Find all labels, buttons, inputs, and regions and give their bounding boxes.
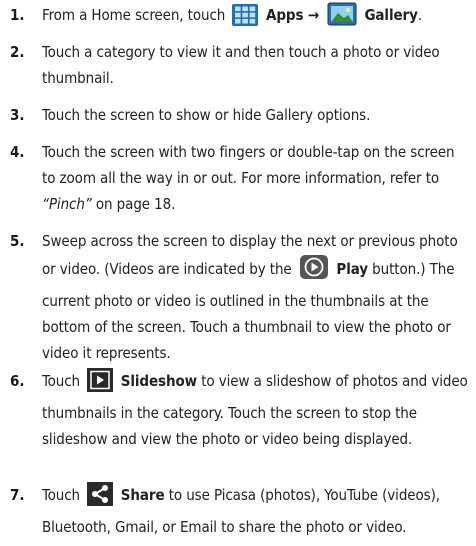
step-number: 4.	[10, 143, 25, 161]
step-text: Touch Share to use Picasa (photos), YouT…	[42, 482, 472, 540]
text-run: Touch	[42, 486, 85, 504]
cross-reference: “Pinch”	[42, 195, 92, 213]
text-run: on page 18.	[91, 195, 176, 213]
bold-term: Play	[331, 260, 368, 278]
bold-term: Slideshow	[116, 372, 198, 390]
step-text: Sweep across the screen to display the n…	[42, 228, 472, 366]
bold-term: Share	[116, 486, 165, 504]
text-run: From a Home screen, touch	[42, 6, 230, 24]
slideshow-icon	[87, 368, 114, 400]
step-text: Touch the screen with two fingers or dou…	[42, 139, 472, 217]
text-run: .	[417, 6, 422, 24]
step-text: Touch Slideshow to view a slideshow of p…	[42, 368, 472, 452]
step-text: Touch a category to view it and then tou…	[42, 39, 472, 91]
step-number: 6.	[10, 372, 25, 390]
share-icon	[87, 482, 114, 514]
bold-term: Gallery	[359, 6, 418, 24]
step-text: From a Home screen, touch Apps → Gallery…	[42, 2, 472, 34]
step-number: 5.	[10, 232, 25, 250]
step-number: 3.	[10, 106, 25, 124]
text-run: Touch a category to view it and then tou…	[42, 43, 440, 87]
text-run: Touch the screen to show or hide Gallery…	[42, 106, 371, 124]
gallery-icon	[327, 2, 357, 34]
text-run: Touch the screen with two fingers or dou…	[42, 143, 455, 187]
step-text: Touch the screen to show or hide Gallery…	[42, 102, 472, 128]
apps-icon	[232, 4, 259, 34]
text-run: Touch	[42, 372, 85, 390]
step-number: 7.	[10, 486, 25, 504]
step-number: 2.	[10, 43, 25, 61]
step-number: 1.	[10, 6, 25, 24]
bold-term: Apps →	[261, 6, 324, 24]
play-icon	[299, 254, 329, 288]
